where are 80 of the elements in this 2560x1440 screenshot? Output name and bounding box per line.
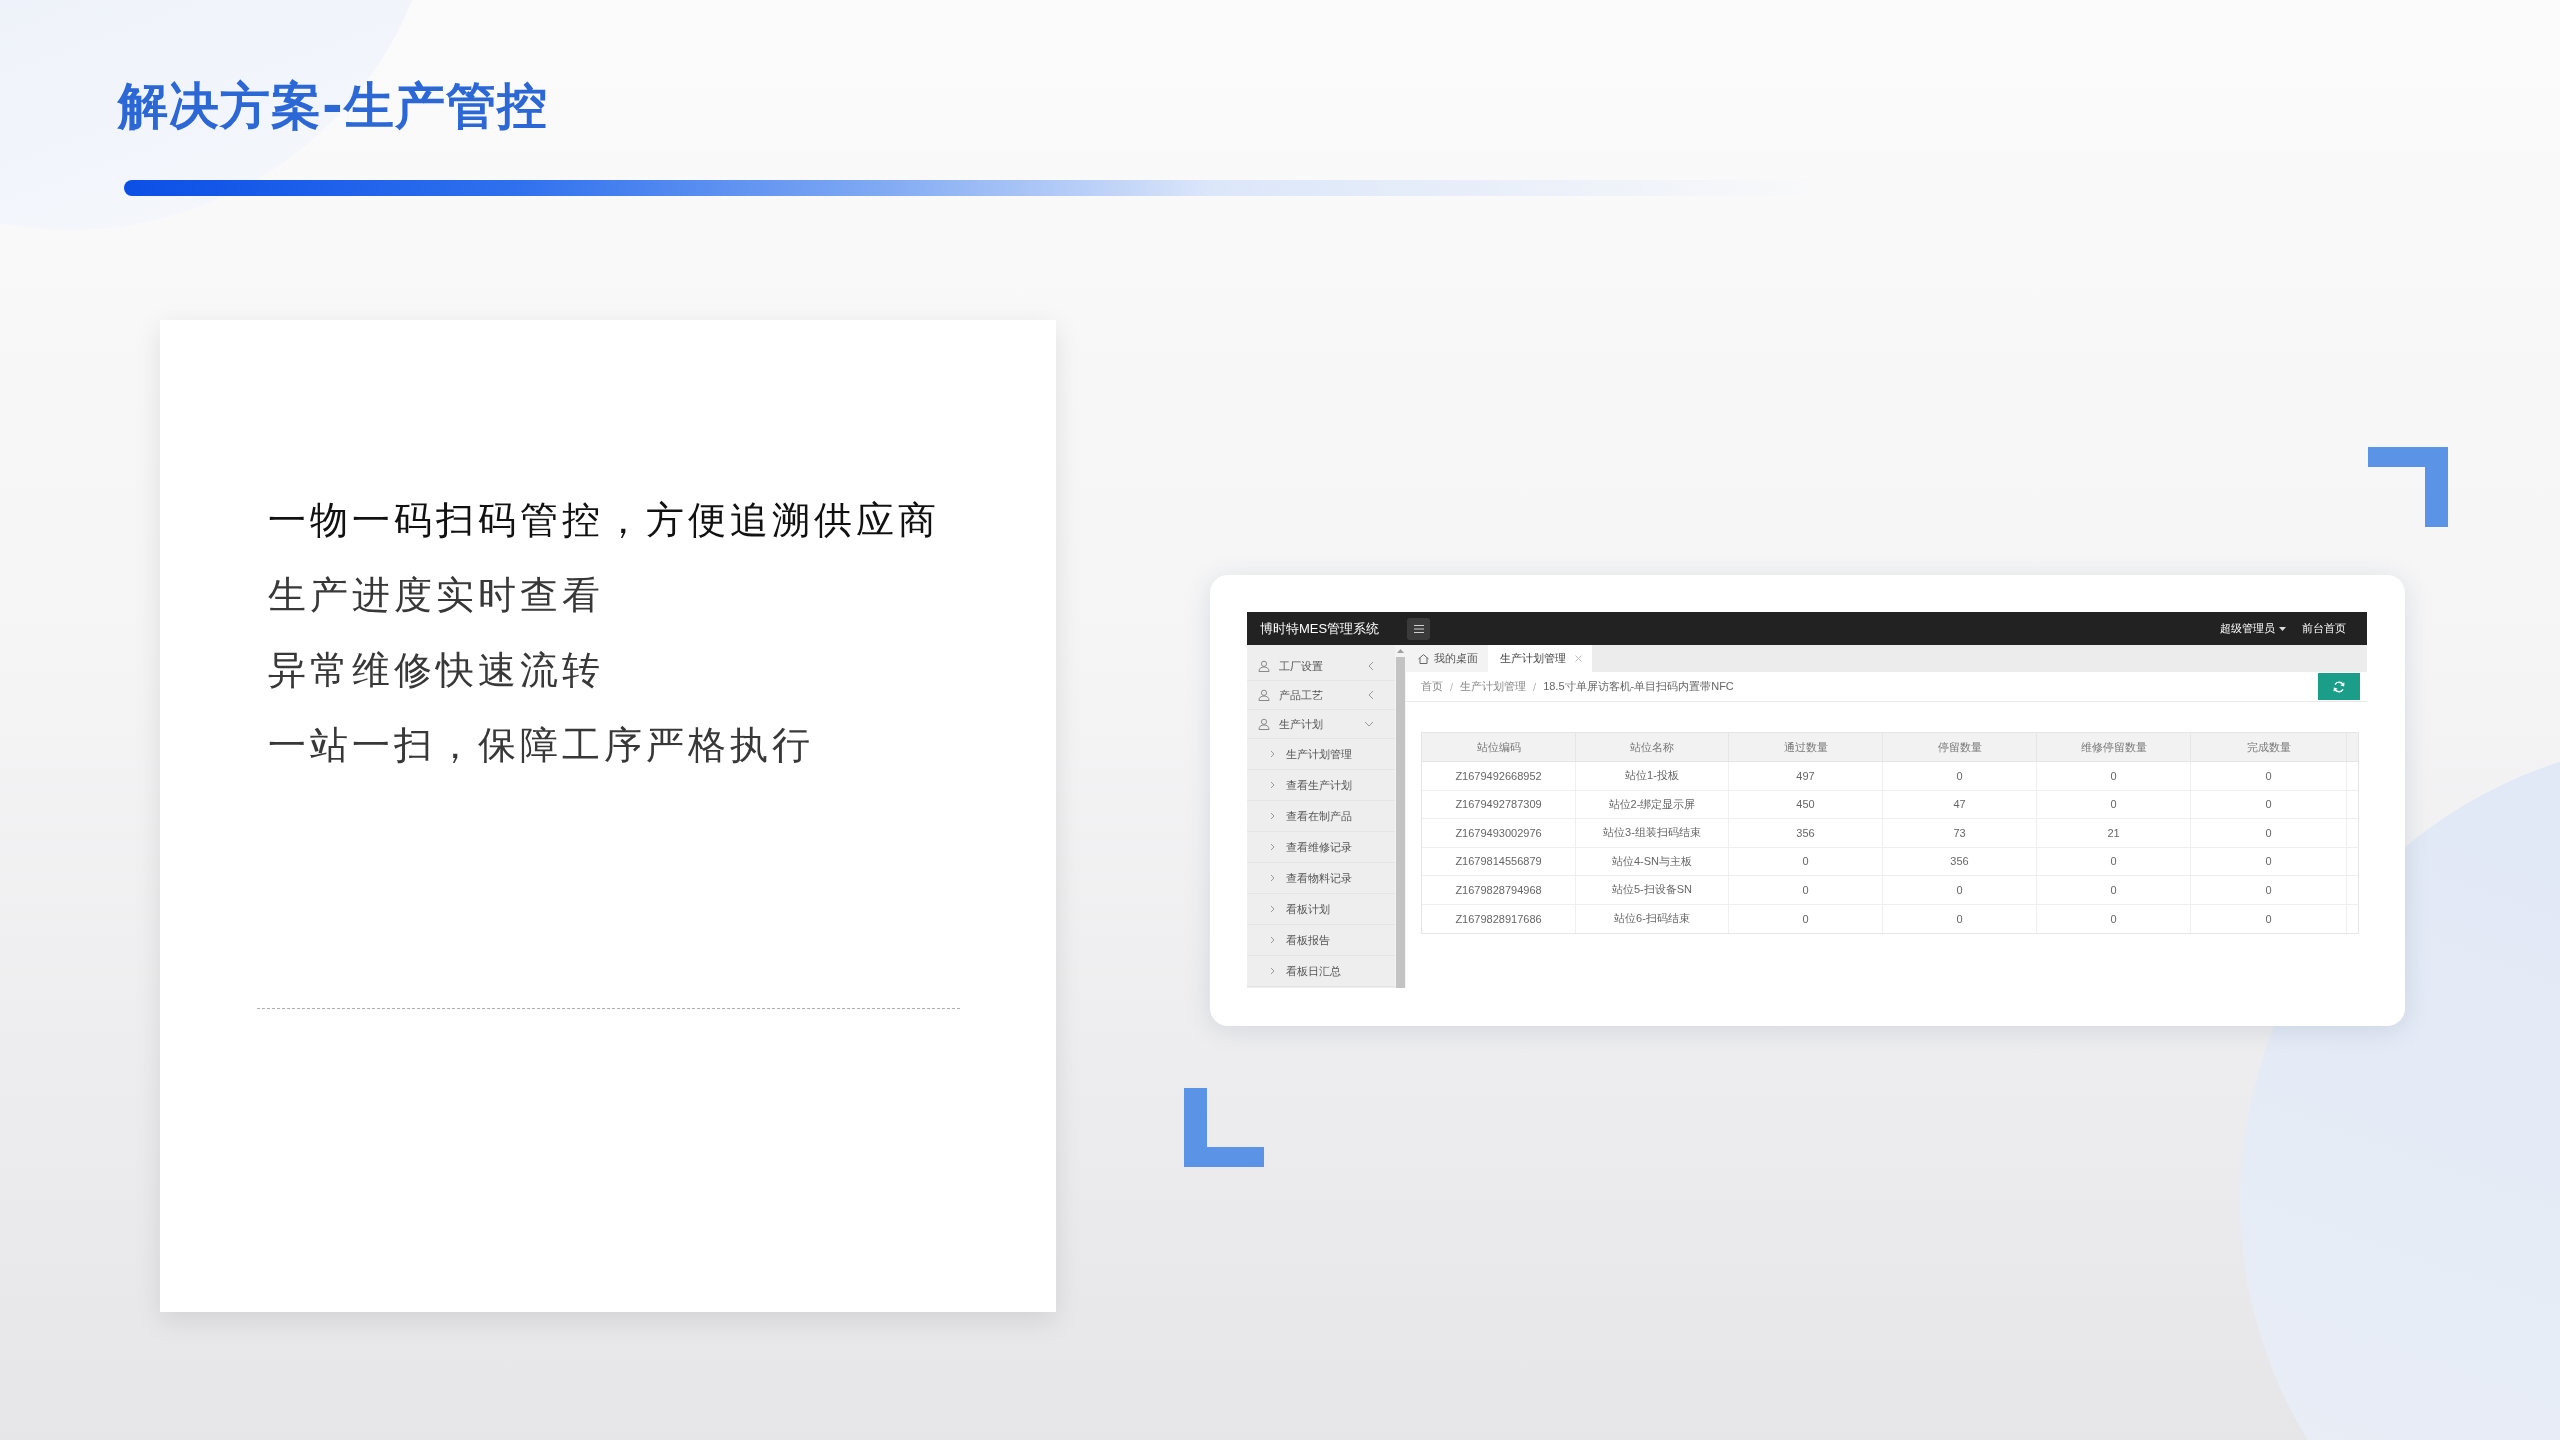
home-link[interactable]: 前台首页 — [2302, 621, 2346, 636]
table-cell: 0 — [2191, 790, 2347, 818]
refresh-icon — [2333, 680, 2345, 693]
feature-text: 一站一扫，保障工序严格执行 — [268, 722, 815, 769]
table-cell: 站位6-扫码结束 — [1576, 904, 1729, 933]
table-cell: 0 — [2037, 876, 2191, 904]
chevron-right-icon — [1270, 843, 1275, 851]
table-cell: 站位1-投板 — [1576, 762, 1729, 790]
table-cell: 0 — [2191, 819, 2347, 847]
close-icon[interactable] — [1575, 655, 1582, 662]
breadcrumb-separator: / — [1450, 680, 1454, 693]
user-icon — [1258, 718, 1270, 730]
table-cell: Z1679828917686 — [1422, 904, 1576, 933]
slide-title: 解决方案-生产管控 — [118, 76, 548, 137]
breadcrumb-separator: / — [1533, 680, 1537, 693]
table-cell: 0 — [2037, 847, 2191, 875]
scrollbar[interactable] — [1395, 645, 1406, 988]
refresh-button[interactable] — [2318, 673, 2360, 700]
chevron-right-icon — [1270, 812, 1275, 820]
column-header: 维修停留数量 — [2037, 733, 2191, 761]
column-header: 站位编码 — [1422, 733, 1576, 761]
table-cell: Z1679814556879 — [1422, 847, 1576, 875]
table-cell: 0 — [1883, 762, 2037, 790]
chevron-right-icon — [1270, 936, 1275, 944]
table-cell: 356 — [1729, 819, 1883, 847]
chevron-right-icon — [1270, 750, 1275, 758]
table-cell: Z1679493002976 — [1422, 819, 1576, 847]
table-cell: 站位4-SN与主板 — [1576, 847, 1729, 875]
corner-bracket-icon — [1184, 1088, 1264, 1167]
app-title: 博时特MES管理系统 — [1260, 619, 1381, 638]
menu-icon — [1413, 624, 1424, 633]
table-cell: 站位2-绑定显示屏 — [1576, 790, 1729, 818]
table-cell: Z1679492668952 — [1422, 762, 1576, 790]
table-cell: 0 — [2037, 904, 2191, 933]
breadcrumb-text: 18.5寸单屏访客机-单目扫码内置带NFC — [1543, 679, 1734, 694]
table-cell: 0 — [2191, 762, 2347, 790]
table-cell: 450 — [1729, 790, 1883, 818]
user-menu-button[interactable]: 超级管理员 — [2220, 621, 2286, 636]
user-icon — [1258, 660, 1270, 672]
table-cell: 站位5-扫设备SN — [1576, 876, 1729, 904]
feature-text: 异常维修快速流转 — [268, 647, 605, 694]
user-icon — [1258, 689, 1270, 701]
home-icon — [1418, 653, 1429, 664]
table-cell: 0 — [1729, 876, 1883, 904]
column-header: 完成数量 — [2191, 733, 2347, 761]
table-cell: 21 — [2037, 819, 2191, 847]
menu-button[interactable] — [1407, 617, 1430, 640]
table-cell: 0 — [2037, 762, 2191, 790]
table-cell: 497 — [1729, 762, 1883, 790]
table-cell: 0 — [2191, 847, 2347, 875]
column-header: 通过数量 — [1729, 733, 1883, 761]
table-cell: 356 — [1883, 847, 2037, 875]
chevron-right-icon — [1270, 967, 1275, 975]
chevron-right-icon — [1270, 781, 1275, 789]
chevron-right-icon — [1270, 874, 1275, 882]
table-cell: 0 — [1729, 847, 1883, 875]
table-cell: 47 — [1883, 790, 2037, 818]
tab[interactable]: 我的桌面 — [1406, 645, 1488, 672]
feature-text: 一物一码扫码管控，方便追溯供应商 — [268, 497, 941, 544]
table-cell: 0 — [2037, 790, 2191, 818]
column-header: 停留数量 — [1883, 733, 2037, 761]
table-cell: 0 — [2191, 904, 2347, 933]
breadcrumb-link[interactable]: 生产计划管理 — [1460, 679, 1527, 694]
feature-text: 生产进度实时查看 — [268, 572, 605, 619]
table-cell: 73 — [1883, 819, 2037, 847]
scrollbar-thumb[interactable] — [1396, 657, 1405, 988]
chevron-right-icon — [1270, 905, 1275, 913]
table-cell: 0 — [1883, 876, 2037, 904]
table-cell: 0 — [1883, 904, 2037, 933]
table-cell: Z1679828794968 — [1422, 876, 1576, 904]
breadcrumb-link[interactable]: 首页 — [1421, 679, 1443, 694]
table-cell: 0 — [1729, 904, 1883, 933]
scroll-up-arrow-icon[interactable] — [1397, 649, 1404, 653]
table-cell: Z1679492787309 — [1422, 790, 1576, 818]
table-cell: 0 — [2191, 876, 2347, 904]
column-header: 站位名称 — [1576, 733, 1729, 761]
table-cell: 站位3-组装扫码结束 — [1576, 819, 1729, 847]
tab[interactable]: 生产计划管理 — [1488, 645, 1592, 672]
caret-down-icon — [2279, 626, 2286, 631]
corner-bracket-icon — [2368, 447, 2448, 527]
